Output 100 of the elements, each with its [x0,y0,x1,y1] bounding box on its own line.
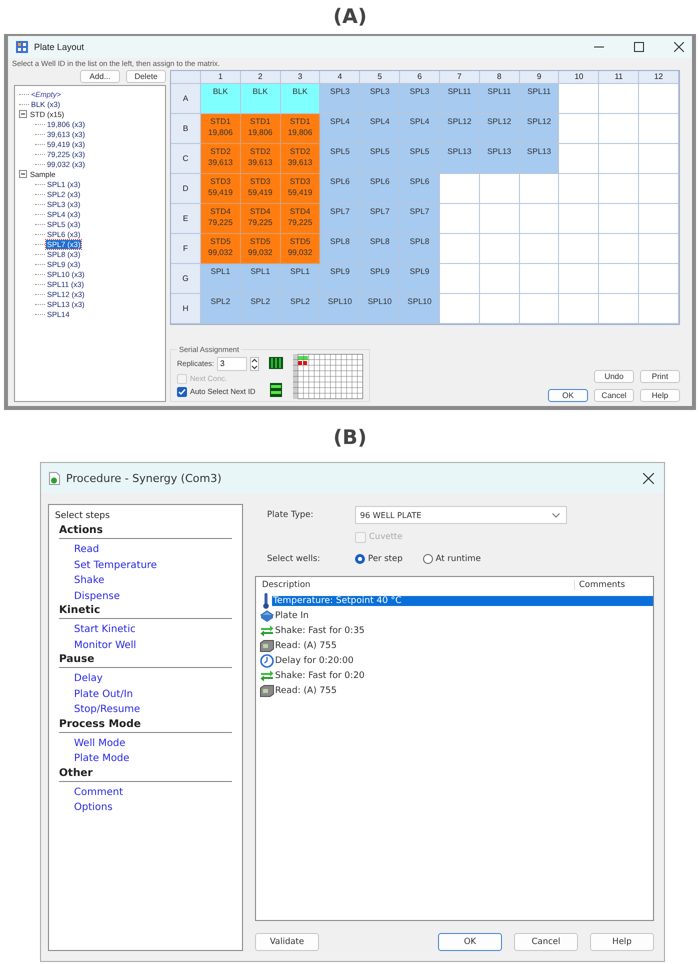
well-cell[interactable]: SPL1 [280,264,320,294]
well-cell[interactable]: SPL13 [440,144,480,174]
well-cell[interactable]: SPL11 [480,84,520,114]
well-cell[interactable]: STD5 99,032 [201,234,241,264]
well-cell[interactable]: BLK [240,84,281,114]
well-cell[interactable] [639,84,679,114]
well-cell[interactable] [440,294,480,324]
well-cell[interactable]: BLK [201,84,241,114]
replicates-field[interactable]: 3 [217,356,248,370]
close-icon[interactable] [643,472,654,484]
well-cell[interactable] [480,294,520,324]
dialog-button[interactable]: Validate [255,933,319,951]
well-cell[interactable] [559,84,600,114]
well-cell[interactable] [520,264,560,294]
close-icon[interactable] [674,42,684,52]
well-cell[interactable]: SPL5 [320,144,360,174]
well-cell[interactable]: SPL9 [400,264,440,294]
well-cell[interactable]: SPL8 [360,234,400,264]
well-cell[interactable] [520,294,560,324]
well-cell[interactable]: STD5 99,032 [280,234,320,264]
column-fill-icon[interactable] [269,356,284,368]
well-cell[interactable] [599,114,640,144]
step-link[interactable]: Read [49,542,242,558]
well-cell[interactable] [559,114,600,144]
well-cell[interactable] [480,174,520,204]
dialog-button[interactable]: Cancel [514,933,578,951]
step-link[interactable]: Plate Out/In [49,686,242,702]
dialog-button[interactable]: Undo [594,370,634,383]
well-cell[interactable]: STD4 79,225 [201,204,241,234]
procedure-step[interactable]: Plate In [274,610,653,620]
well-cell[interactable]: SPL1 [201,264,241,294]
step-link[interactable]: Dispense [49,588,242,604]
well-cell[interactable] [480,234,520,264]
well-cell[interactable]: SPL4 [400,114,440,144]
well-cell[interactable] [599,234,640,264]
maximize-icon[interactable] [634,42,644,52]
well-cell[interactable] [639,114,679,144]
well-cell[interactable]: STD2 39,613 [240,144,281,174]
dialog-button[interactable]: Cancel [594,389,634,402]
well-cell[interactable]: SPL10 [360,294,400,324]
step-link[interactable]: Well Mode [49,736,242,751]
well-cell[interactable]: BLK [280,84,320,114]
well-cell[interactable]: SPL13 [520,144,560,174]
well-cell[interactable]: STD4 79,225 [240,204,281,234]
well-cell[interactable]: SPL3 [320,84,360,114]
dialog-button[interactable]: OK [438,933,502,951]
well-cell[interactable] [520,234,560,264]
well-cell[interactable] [440,264,480,294]
well-cell[interactable] [559,174,600,204]
well-cell[interactable]: SPL4 [360,114,400,144]
well-cell[interactable]: SPL7 [360,204,400,234]
well-cell[interactable]: SPL4 [320,114,360,144]
step-link[interactable]: Set Temperature [49,558,242,573]
procedure-step[interactable]: Shake: Fast for 0:35 [274,626,653,636]
well-cell[interactable]: SPL3 [360,84,400,114]
well-cell[interactable]: SPL10 [400,294,440,324]
well-cell[interactable]: SPL6 [400,174,440,204]
well-cell[interactable]: STD2 39,613 [201,144,241,174]
checkbox[interactable] [177,386,187,396]
plate-type-dropdown[interactable]: 96 WELL PLATE [355,506,567,524]
well-cell[interactable]: SPL2 [240,294,281,324]
well-cell[interactable]: STD5 99,032 [240,234,281,264]
well-cell[interactable]: STD2 39,613 [280,144,320,174]
well-cell[interactable]: STD3 59,419 [280,174,320,204]
well-cell[interactable] [520,204,560,234]
well-cell[interactable] [440,234,480,264]
step-link[interactable]: Options [49,800,242,816]
step-link[interactable]: Stop/Resume [49,702,242,718]
well-cell[interactable] [639,204,679,234]
radio-button[interactable] [422,554,433,564]
well-cell[interactable] [559,204,600,234]
well-cell[interactable] [599,174,640,204]
well-cell[interactable] [440,174,480,204]
well-cell[interactable] [559,264,600,294]
well-cell[interactable] [480,204,520,234]
collapse-icon[interactable] [19,110,27,118]
well-cell[interactable]: STD1 19,806 [280,114,320,144]
well-cell[interactable]: STD1 19,806 [201,114,241,144]
step-link[interactable]: Delay [49,671,242,686]
well-cell[interactable]: SPL11 [440,84,480,114]
well-cell[interactable]: SPL1 [240,264,281,294]
well-cell[interactable]: SPL3 [400,84,440,114]
well-cell[interactable] [639,294,679,324]
well-cell[interactable]: SPL7 [320,204,360,234]
well-cell[interactable] [599,84,640,114]
well-cell[interactable]: SPL2 [201,294,241,324]
well-cell[interactable]: STD1 19,806 [240,114,281,144]
well-cell[interactable]: SPL12 [440,114,480,144]
delete-button[interactable]: Delete [126,70,166,83]
well-cell[interactable]: SPL2 [280,294,320,324]
spin-icon[interactable] [250,356,260,370]
procedure-step[interactable]: Read: (A) 755 [274,686,653,696]
dialog-button[interactable]: Help [640,389,680,402]
add-button[interactable]: Add... [80,70,120,83]
well-cell[interactable]: STD3 59,419 [240,174,281,204]
well-cell[interactable]: SPL6 [360,174,400,204]
step-link[interactable]: Comment [49,784,242,800]
well-cell[interactable] [639,264,679,294]
step-link[interactable]: Start Kinetic [49,622,242,638]
dialog-button[interactable]: Help [590,933,654,951]
